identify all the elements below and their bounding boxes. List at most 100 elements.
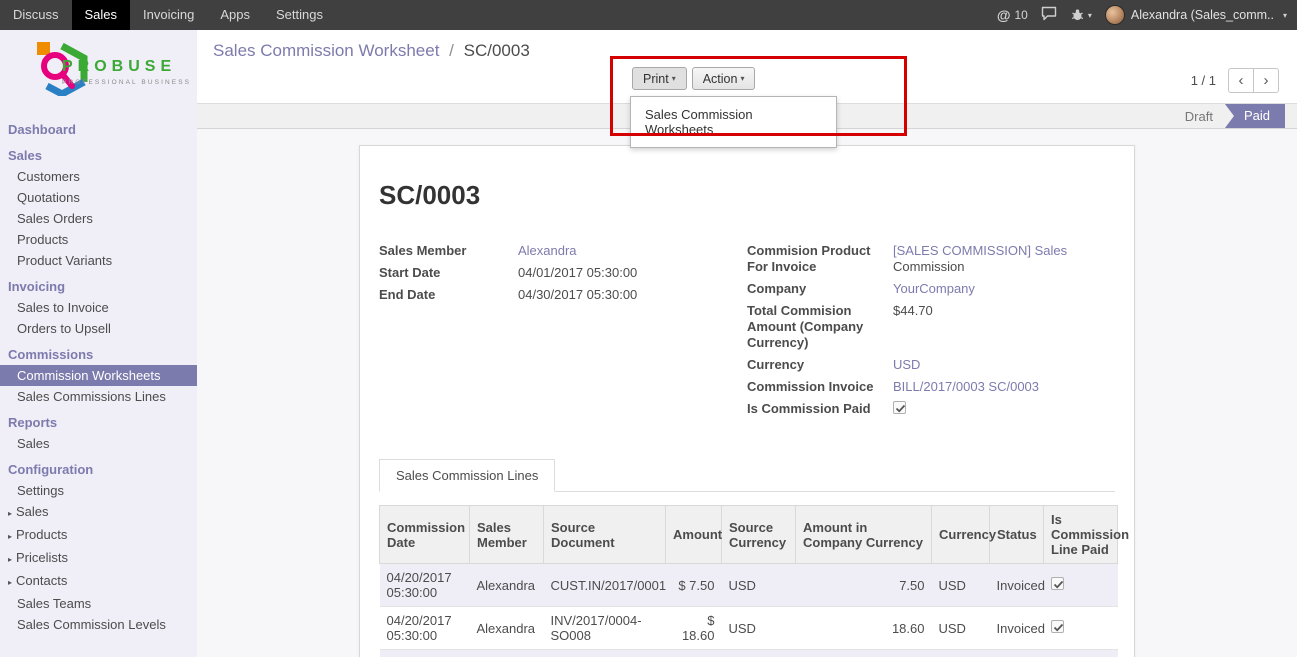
sidebar-item-reports-sales[interactable]: Sales <box>0 433 197 454</box>
field-is-commission-paid: Is Commission Paid <box>747 401 1115 417</box>
topnav-discuss[interactable]: Discuss <box>0 0 72 30</box>
sidebar-heading-reports[interactable]: Reports <box>0 412 197 433</box>
sidebar-item-sales-to-invoice[interactable]: Sales to Invoice <box>0 297 197 318</box>
sidebar-item-commission-worksheets[interactable]: Commission Worksheets <box>0 365 197 386</box>
print-dropdown-menu: Sales Commission Worksheets <box>630 96 837 148</box>
breadcrumb-separator: / <box>449 41 454 60</box>
col-header-source-document[interactable]: Source Document <box>544 506 666 564</box>
sidebar-item-config-contacts[interactable]: ▸Contacts <box>0 570 197 593</box>
form-view: SC/0003 Sales Member Alexandra Start Dat… <box>197 129 1297 657</box>
topnav-apps[interactable]: Apps <box>207 0 263 30</box>
field-end-date: End Date 04/30/2017 05:30:00 <box>379 287 747 303</box>
sidebar-item-products[interactable]: Products <box>0 229 197 250</box>
sidebar-item-sales-orders[interactable]: Sales Orders <box>0 208 197 229</box>
table-row[interactable]: 04/20/2017 05:30:00 Alexandra INV/2017/0… <box>380 607 1118 650</box>
form-sheet: SC/0003 Sales Member Alexandra Start Dat… <box>359 145 1135 657</box>
breadcrumb-current: SC/0003 <box>464 41 530 60</box>
table-header-row: Commission Date Sales Member Source Docu… <box>380 506 1118 564</box>
pager-next-button[interactable]: › <box>1253 68 1279 93</box>
systray: @ 10 ▾ Alexandra (Sales_comm.. ▾ <box>997 0 1297 30</box>
col-header-amount[interactable]: Amount <box>666 506 722 564</box>
col-header-status[interactable]: Status <box>990 506 1044 564</box>
sales-member-link[interactable]: Alexandra <box>518 243 577 258</box>
pager-previous-button[interactable]: ‹ <box>1228 68 1254 93</box>
user-menu[interactable]: Alexandra (Sales_comm.. ▾ <box>1105 5 1287 25</box>
commission-product-link[interactable]: [SALES COMMISSION] Sales <box>893 243 1067 258</box>
pager: 1 / 1 ‹ › <box>1191 68 1279 93</box>
app-logo: PROBUSE PROFESSIONAL BUSINESS <box>0 30 197 114</box>
control-panel: Sales Commission Worksheet / SC/0003 Pri… <box>197 30 1297 103</box>
col-header-sales-member[interactable]: Sales Member <box>470 506 544 564</box>
chevron-down-icon: ▾ <box>740 74 744 83</box>
chevron-down-icon: ▾ <box>1088 11 1092 20</box>
field-commission-invoice: Commission Invoice BILL/2017/0003 SC/000… <box>747 379 1115 395</box>
chat-icon[interactable] <box>1041 6 1057 24</box>
col-header-source-currency[interactable]: Source Currency <box>722 506 796 564</box>
bug-icon[interactable]: ▾ <box>1070 8 1092 22</box>
col-header-amount-company-currency[interactable]: Amount in Company Currency <box>796 506 932 564</box>
topnav-settings[interactable]: Settings <box>263 0 336 30</box>
chevron-down-icon: ▾ <box>1283 11 1287 20</box>
sidebar: PROBUSE PROFESSIONAL BUSINESS Dashboard … <box>0 30 197 657</box>
table-row[interactable]: 04/20/2017 05:30:00 Alexandra CUST.IN/20… <box>380 564 1118 607</box>
mention-icon: @ <box>997 7 1011 23</box>
status-paid-badge[interactable]: Paid <box>1225 104 1285 128</box>
sidebar-item-product-variants[interactable]: Product Variants <box>0 250 197 271</box>
sidebar-item-quotations[interactable]: Quotations <box>0 187 197 208</box>
field-start-date: Start Date 04/01/2017 05:30:00 <box>379 265 747 281</box>
topnav-sales[interactable]: Sales <box>72 0 131 30</box>
notebook-tabs: Sales Commission Lines <box>379 459 1115 492</box>
is-commission-paid-checkbox[interactable] <box>893 401 906 414</box>
commission-invoice-link[interactable]: BILL/2017/0003 SC/0003 <box>893 379 1039 394</box>
field-commission-product: Commision Product For Invoice [SALES COM… <box>747 243 1115 275</box>
top-navbar: Discuss Sales Invoicing Apps Settings @ … <box>0 0 1297 30</box>
action-button[interactable]: Action ▾ <box>692 67 756 90</box>
line-paid-checkbox[interactable] <box>1051 577 1064 590</box>
sidebar-item-config-sales[interactable]: ▸Sales <box>0 501 197 524</box>
expand-arrow-icon: ▸ <box>8 509 12 518</box>
topnav-invoicing[interactable]: Invoicing <box>130 0 207 30</box>
sidebar-item-sales-teams[interactable]: Sales Teams <box>0 593 197 614</box>
menu-item-sales-commission-worksheets[interactable]: Sales Commission Worksheets <box>631 101 836 143</box>
company-link[interactable]: YourCompany <box>893 281 975 296</box>
chevron-down-icon: ▾ <box>672 74 676 83</box>
col-header-currency[interactable]: Currency <box>932 506 990 564</box>
sidebar-heading-invoicing[interactable]: Invoicing <box>0 276 197 297</box>
sidebar-item-config-products[interactable]: ▸Products <box>0 524 197 547</box>
col-header-commission-date[interactable]: Commission Date <box>380 506 470 564</box>
print-button[interactable]: Print ▾ <box>632 67 687 90</box>
sidebar-menu: Dashboard Sales Customers Quotations Sal… <box>0 119 197 635</box>
sidebar-heading-configuration[interactable]: Configuration <box>0 459 197 480</box>
line-paid-checkbox[interactable] <box>1051 620 1064 633</box>
logo-title: PROBUSE <box>62 58 191 76</box>
sidebar-item-config-pricelists[interactable]: ▸Pricelists <box>0 547 197 570</box>
sidebar-heading-dashboard[interactable]: Dashboard <box>0 119 197 140</box>
expand-arrow-icon: ▸ <box>8 532 12 541</box>
sidebar-item-customers[interactable]: Customers <box>0 166 197 187</box>
breadcrumb: Sales Commission Worksheet / SC/0003 <box>213 41 530 61</box>
breadcrumb-parent-link[interactable]: Sales Commission Worksheet <box>213 41 439 60</box>
tab-sales-commission-lines[interactable]: Sales Commission Lines <box>379 459 555 492</box>
expand-arrow-icon: ▸ <box>8 555 12 564</box>
commission-lines-table: Commission Date Sales Member Source Docu… <box>379 505 1118 657</box>
user-name-label: Alexandra (Sales_comm.. <box>1131 8 1274 22</box>
table-row[interactable]: 04/20/2017 10:35:53 Alexandra SO008 $ 18… <box>380 650 1118 657</box>
message-count-badge: 10 <box>1014 8 1027 22</box>
sidebar-heading-commissions[interactable]: Commissions <box>0 344 197 365</box>
sidebar-item-orders-to-upsell[interactable]: Orders to Upsell <box>0 318 197 339</box>
field-sales-member: Sales Member Alexandra <box>379 243 747 259</box>
record-title: SC/0003 <box>379 180 1115 211</box>
expand-arrow-icon: ▸ <box>8 578 12 587</box>
sidebar-item-sales-commission-levels[interactable]: Sales Commission Levels <box>0 614 197 635</box>
messages-menu[interactable]: @ 10 <box>997 7 1028 23</box>
status-draft[interactable]: Draft <box>1173 109 1225 124</box>
sidebar-item-settings[interactable]: Settings <box>0 480 197 501</box>
top-menus: Discuss Sales Invoicing Apps Settings <box>0 0 336 30</box>
sidebar-item-sales-commissions-lines[interactable]: Sales Commissions Lines <box>0 386 197 407</box>
sidebar-heading-sales[interactable]: Sales <box>0 145 197 166</box>
logo-subtitle: PROFESSIONAL BUSINESS <box>62 79 191 86</box>
col-header-is-commission-line-paid[interactable]: Is Commission Line Paid <box>1044 506 1118 564</box>
currency-link[interactable]: USD <box>893 357 920 372</box>
avatar <box>1105 5 1125 25</box>
field-currency: Currency USD <box>747 357 1115 373</box>
